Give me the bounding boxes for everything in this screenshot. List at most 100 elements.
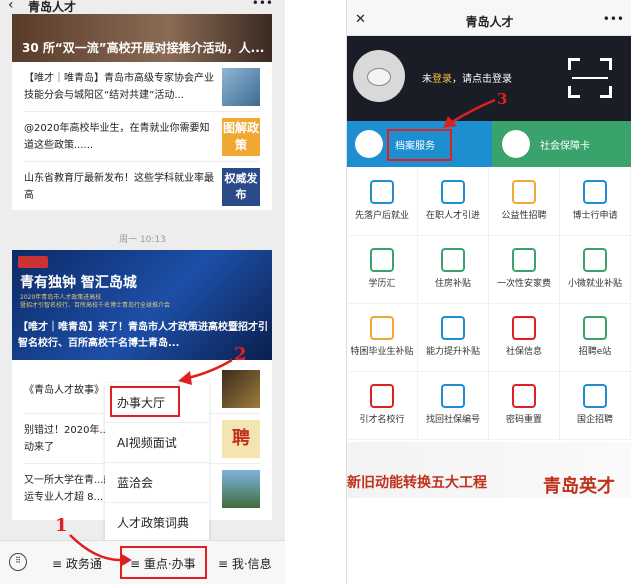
service-label: 引才名校行	[359, 415, 405, 425]
service-item[interactable]: 招聘e站	[560, 304, 631, 372]
article-thumbnail: 权威发布	[222, 168, 260, 206]
social-info-icon	[512, 316, 536, 340]
service-item[interactable]: 特困毕业生补贴	[347, 304, 418, 372]
retrieve-id-icon	[441, 384, 465, 408]
right-screen: ✕ 青岛人才 ••• 未登录，请点击登录 档案服务 社会保障卡 新旧动能转换五大…	[346, 0, 631, 584]
password-icon	[512, 384, 536, 408]
tab-social-label: 社会保障卡	[540, 141, 590, 152]
service-item[interactable]: 博士行申请	[560, 168, 631, 236]
more-icon[interactable]: •••	[252, 0, 273, 10]
login-prefix: 未	[422, 74, 432, 85]
service-label: 先落户后就业	[354, 211, 409, 221]
annotation-step-3: 3	[497, 90, 508, 108]
soe-recruit-icon	[583, 384, 607, 408]
article-title: 别错过！2020年...动来了	[24, 425, 109, 453]
public-recruit-icon	[512, 180, 536, 204]
service-label: 学历汇	[368, 279, 396, 289]
highlight-box-tab	[120, 546, 207, 579]
article-title: 【唯才｜唯青岛】青岛市高级专家协会产业技能分会与城阳区“结对共建”活动...	[24, 73, 214, 101]
service-label: 一次性安家费	[496, 279, 551, 289]
service-item[interactable]: 找回社保编号	[418, 372, 489, 440]
article-item[interactable]: 【唯才｜唯青岛】青岛市高级专家协会产业技能分会与城阳区“结对共建”活动...	[24, 62, 260, 112]
right-header: ✕ 青岛人才 •••	[347, 6, 631, 36]
annotation-step-2: 2	[234, 344, 247, 365]
service-item[interactable]: 小微就业补贴	[560, 236, 631, 304]
login-suffix: ，请点击登录	[452, 74, 512, 85]
service-item[interactable]: 引才名校行	[347, 372, 418, 440]
service-item[interactable]: 社保信息	[489, 304, 560, 372]
article-thumbnail	[222, 470, 260, 508]
talent-intro-icon	[441, 180, 465, 204]
service-label: 密码重置	[505, 415, 542, 425]
service-item[interactable]: 公益性招聘	[489, 168, 560, 236]
banner-top-text: 30 所“双一流”高校开展对接推介活动，人...	[22, 41, 265, 55]
article-thumbnail	[222, 68, 260, 106]
service-item[interactable]: 住房补贴	[418, 236, 489, 304]
banner-bottom-sub2: 暨招才引智名校行、百所高校千名博士青岛行全球推介会	[20, 302, 171, 309]
menu-item-policy-dictionary[interactable]: 人才政策词典	[105, 503, 209, 543]
article-thumbnail	[222, 370, 260, 408]
menu-item-ai-interview[interactable]: AI视频面试	[105, 423, 209, 463]
banner-bottom-headline: 【唯才｜唯青岛】来了！青岛市人才政策进高校暨招才引智名校行、百所高校千名博士青岛…	[18, 322, 268, 349]
login-link[interactable]: 登录	[432, 74, 452, 85]
service-label: 特困毕业生补贴	[350, 347, 414, 357]
menu-item-lanqia[interactable]: 蓝洽会	[105, 463, 209, 503]
tab-my-info[interactable]: ≡ 我·信息	[218, 555, 272, 572]
scan-icon[interactable]	[568, 58, 612, 98]
footer-banner-left: 新旧动能转换五大工程	[347, 475, 487, 491]
service-label: 小微就业补贴	[567, 279, 622, 289]
message-timestamp: 周一 10:13	[119, 235, 166, 245]
skill-icon	[441, 316, 465, 340]
service-label: 找回社保编号	[425, 415, 480, 425]
avatar[interactable]	[353, 50, 405, 102]
housing-icon	[441, 248, 465, 272]
service-item[interactable]: 能力提升补贴	[418, 304, 489, 372]
article-title: 又一所大学在青...航运专业人才超 8...	[24, 475, 114, 503]
left-title: 青岛人才	[28, 0, 77, 14]
service-item[interactable]: 先落户后就业	[347, 168, 418, 236]
banner-bottom[interactable]: 青有独钟 智汇岛城 2020年青岛市人才政策进高校 暨招才引智名校行、百所高校千…	[12, 250, 272, 360]
article-thumbnail: 聘	[222, 420, 260, 458]
article-title: 山东省教育厅最新发布！这些学科就业率最高	[24, 173, 214, 201]
tab-government[interactable]: ≡ 政务通	[52, 555, 102, 572]
banner-logo	[18, 256, 48, 268]
banner-bottom-title: 青有独钟 智汇岛城	[20, 275, 137, 291]
tab-social-security-card[interactable]: 社会保障卡	[492, 121, 631, 167]
annotation-step-1: 1	[55, 515, 68, 536]
back-icon[interactable]: ‹	[8, 0, 14, 13]
left-screen: ‹ 青岛人才 ••• 30 所“双一流”高校开展对接推介活动，人... 【唯才｜…	[0, 0, 285, 584]
settle-fee-icon	[512, 248, 536, 272]
footer-banner-right: 青岛英才	[543, 476, 615, 497]
article-card-top: 30 所“双一流”高校开展对接推介活动，人... 【唯才｜唯青岛】青岛市高级专家…	[12, 14, 272, 210]
service-label: 能力提升补贴	[425, 347, 480, 357]
right-title: 青岛人才	[465, 15, 514, 29]
service-item[interactable]: 在职人才引进	[418, 168, 489, 236]
article-title: @2020年高校毕业生，在青就业你需要知道这些政策......	[24, 123, 210, 151]
banner-top[interactable]: 30 所“双一流”高校开展对接推介活动，人...	[12, 14, 272, 62]
social-card-icon	[502, 130, 530, 158]
highlight-box-archive	[387, 129, 452, 161]
service-label: 博士行申请	[572, 211, 618, 221]
hardship-icon	[370, 316, 394, 340]
footer-banner[interactable]: 新旧动能转换五大工程 青岛英才	[347, 442, 631, 498]
service-label: 国企招聘	[576, 415, 613, 425]
service-item[interactable]: 一次性安家费	[489, 236, 560, 304]
service-item[interactable]: 学历汇	[347, 236, 418, 304]
left-header: ‹ 青岛人才 •••	[0, 0, 285, 14]
doctor-apply-icon	[583, 180, 607, 204]
service-item[interactable]: 国企招聘	[560, 372, 631, 440]
article-item[interactable]: 山东省教育厅最新发布！这些学科就业率最高 权威发布	[24, 162, 260, 212]
highlight-box-menu	[110, 386, 180, 417]
keyboard-icon[interactable]: ⠿	[9, 553, 27, 571]
article-thumbnail: 图解政策	[222, 118, 260, 156]
avatar-face	[367, 68, 391, 86]
article-item[interactable]: @2020年高校毕业生，在青就业你需要知道这些政策...... 图解政策	[24, 112, 260, 162]
archive-icon	[355, 130, 383, 158]
service-label: 招聘e站	[578, 347, 612, 357]
login-prompt[interactable]: 未登录，请点击登录	[422, 70, 512, 85]
service-item[interactable]: 密码重置	[489, 372, 560, 440]
service-label: 在职人才引进	[425, 211, 480, 221]
micro-job-icon	[583, 248, 607, 272]
more-icon[interactable]: •••	[603, 12, 624, 26]
service-label: 住房补贴	[434, 279, 471, 289]
